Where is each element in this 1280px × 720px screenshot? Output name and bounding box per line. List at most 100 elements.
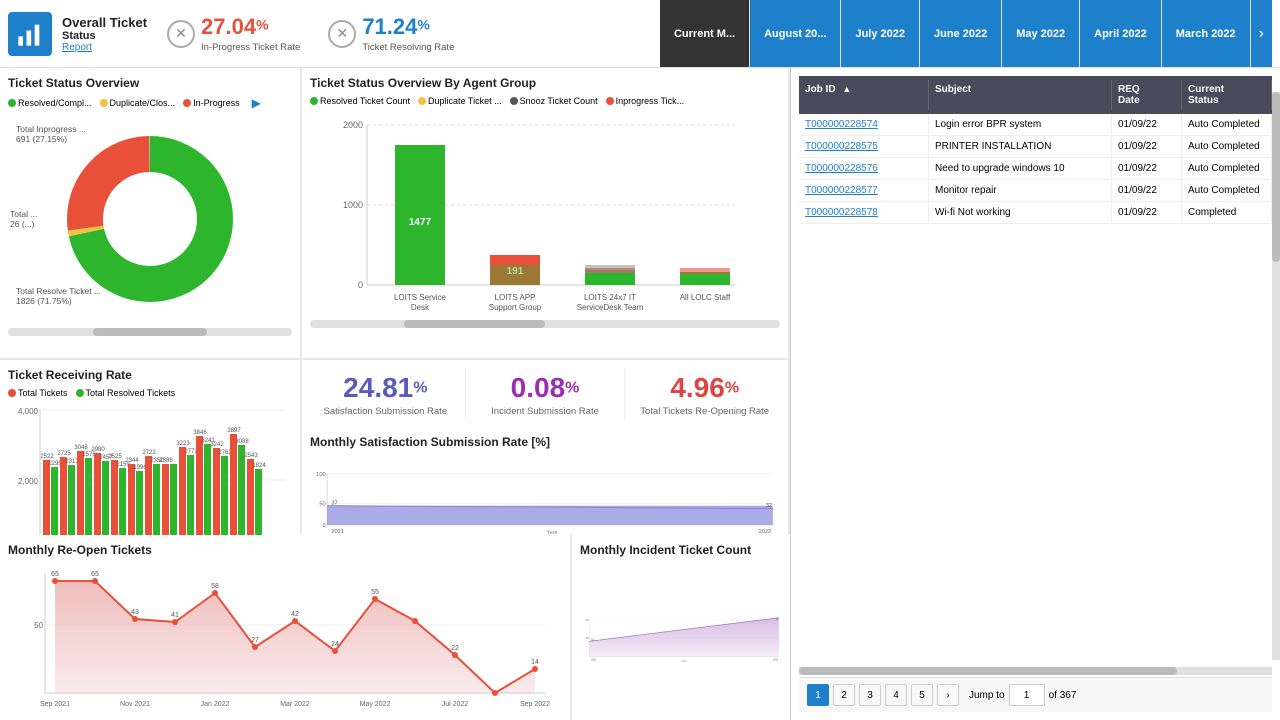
tab-apr-2022[interactable]: April 2022 [1080,0,1162,67]
incident-label: Incident Submission Rate [491,406,599,417]
page-btn-next[interactable]: › [937,684,959,706]
resolving-rate-value: 71.24 [362,14,417,39]
cell-subject-5: Wi-fi Not working [929,202,1112,223]
svg-text:2022: 2022 [773,659,779,662]
bar-chart-icon [16,20,44,48]
agent-legend-snooze-label: Snooz Ticket Count [520,96,598,106]
cell-date-3: 01/09/22 [1112,158,1182,179]
receiving-legend-total: Total Tickets [8,388,68,398]
cell-job-id-5[interactable]: T000000228578 [799,202,929,223]
svg-text:2525: 2525 [108,454,122,460]
nav-next-arrow[interactable]: › [1251,0,1272,67]
svg-text:4,000: 4,000 [18,407,39,416]
table-h-scrollbar[interactable] [799,667,1272,675]
svg-text:Year: Year [682,660,687,663]
svg-text:2344: 2344 [125,458,139,464]
donut-label-inprogress: Total Inprogress ...691 (27.15%) [16,124,86,144]
svg-text:2000: 2000 [343,120,363,130]
legend-expand-arrow[interactable]: ▶ [252,96,261,110]
page-btn-4[interactable]: 4 [885,684,907,706]
tab-mar-2022[interactable]: March 2022 [1162,0,1251,67]
donut-chart-container: Total Inprogress ...691 (27.15%) Total .… [8,114,292,324]
page-btn-5[interactable]: 5 [911,684,933,706]
svg-text:May 2022: May 2022 [360,701,391,708]
table-pagination: 1 2 3 4 5 › Jump to of 367 [799,677,1272,712]
svg-text:3846: 3846 [193,430,207,436]
svg-text:41: 41 [171,612,179,619]
tab-jun-2022[interactable]: June 2022 [920,0,1002,67]
tab-aug-2022[interactable]: August 20... [750,0,841,67]
agent-dot-snooze [510,97,518,105]
svg-text:24: 24 [331,641,339,648]
donut-scrollbar[interactable] [8,328,292,336]
cell-job-id-4[interactable]: T000000228577 [799,180,929,201]
report-link[interactable]: Report [62,42,147,53]
recv-label-total: Total Tickets [18,388,68,398]
cell-job-id-1[interactable]: T000000228574 [799,114,929,135]
svg-text:1000: 1000 [343,200,363,210]
inprogress-icon: ✕ [167,20,195,48]
col-status[interactable]: CurrentStatus [1182,80,1272,110]
col-subject[interactable]: Subject [929,80,1112,110]
svg-text:55: 55 [371,589,379,596]
inprogress-pct: % [256,16,268,32]
svg-text:0: 0 [322,523,325,529]
metric-divider-2 [624,368,625,421]
satisfaction-chart-title: Monthly Satisfaction Submission Rate [%] [310,435,780,449]
page-btn-1[interactable]: 1 [807,684,829,706]
receiving-rate-title: Ticket Receiving Rate [8,368,292,382]
svg-text:All LOLC Staff: All LOLC Staff [680,293,731,302]
title-main: Overall Ticket [62,15,147,30]
agent-legend-resolved: Resolved Ticket Count [310,96,410,106]
incident-metric: 0.08% Incident Submission Rate [470,368,621,421]
satisfaction-label: Satisfaction Submission Rate [324,406,448,417]
reopen-metric: 4.96% Total Tickets Re-Opening Rate [629,368,780,421]
satisfaction-value: 24.81 [343,372,413,403]
reopen-label: Total Tickets Re-Opening Rate [640,406,769,417]
agent-chart-scrollbar[interactable] [310,320,780,328]
satisfaction-metric: 24.81% Satisfaction Submission Rate [310,368,461,421]
cell-job-id-2[interactable]: T000000228575 [799,136,929,157]
svg-text:65: 65 [51,571,59,578]
total-pages-label: of 367 [1049,690,1077,701]
table-scroll-area[interactable]: T000000228574 Login error BPR system 01/… [799,114,1272,665]
tab-may-2022[interactable]: May 2022 [1002,0,1080,67]
page-btn-3[interactable]: 3 [859,684,881,706]
legend-duplicate: Duplicate/Clos... [100,96,176,110]
svg-text:Support Group: Support Group [489,303,542,312]
svg-text:22: 22 [451,645,459,652]
inprogress-rate-value: 27.04 [201,14,256,39]
tab-current-month[interactable]: Current M... [660,0,750,67]
col-job-id[interactable]: Job ID ▲ [799,80,929,110]
svg-text:2021: 2021 [591,659,597,662]
bottom-strip: Monthly Re-Open Tickets 50 [0,535,790,720]
svg-text:Nov 2021: Nov 2021 [120,701,150,708]
table-v-scrollbar[interactable] [1272,92,1280,660]
inprogress-rate-badge: ✕ 27.04% In-Progress Ticket Rate [167,14,300,53]
legend-dot-inprogress [183,99,191,107]
svg-text:LOITS Service: LOITS Service [394,293,447,302]
jump-to-label: Jump to [969,690,1005,701]
svg-text:2022: 2022 [759,529,772,535]
app-title-block: Overall Ticket Status Report [62,15,147,53]
donut-scrollbar-thumb [93,328,207,336]
resolving-pct: % [417,16,429,32]
ticket-table-panel: Job ID ▲ Subject REQDate CurrentStatus T… [790,68,1280,720]
cell-status-3: Auto Completed [1182,158,1272,179]
col-req-date[interactable]: REQDate [1112,80,1182,110]
agent-legend-duplicate: Duplicate Ticket ... [418,96,502,106]
jump-to-input[interactable] [1009,684,1045,706]
svg-text:2725: 2725 [57,451,71,457]
svg-text:2386: 2386 [159,458,173,464]
cell-subject-2: PRINTER INSTALLATION [929,136,1112,157]
satisfaction-pct: % [413,379,427,396]
tab-jul-2022[interactable]: July 2022 [841,0,920,67]
reopen-tickets-panel: Monthly Re-Open Tickets 50 [0,535,570,720]
incident-pct: % [565,379,579,396]
cell-job-id-3[interactable]: T000000228576 [799,158,929,179]
svg-text:LOITS 24x7 IT: LOITS 24x7 IT [584,293,636,302]
svg-text:Sep 2022: Sep 2022 [520,701,550,708]
table-row: T000000228576 Need to upgrade windows 10… [799,158,1272,180]
svg-text:2,000: 2,000 [18,477,39,486]
page-btn-2[interactable]: 2 [833,684,855,706]
